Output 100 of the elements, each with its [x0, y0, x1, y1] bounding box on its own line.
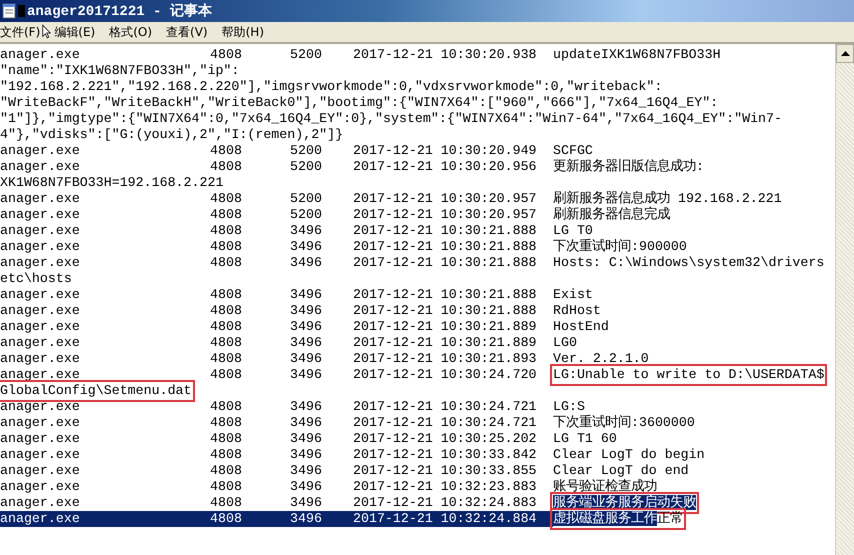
- process-id: 4808: [210, 367, 243, 383]
- process-id: 4808: [210, 207, 243, 223]
- log-message: Hosts: C:\Windows\system32\drivers: [553, 255, 824, 270]
- thread-id: 3496: [290, 495, 323, 511]
- timestamp: 2017-12-21 10:30:20.938: [353, 47, 538, 63]
- notepad-icon: [2, 3, 16, 19]
- process-id: 4808: [210, 415, 243, 431]
- timestamp: 2017-12-21 10:30:21.889: [353, 335, 538, 351]
- wrapped-text: "192.168.2.221","192.168.2.220"],"imgsrvworkmode":0,"vdxsrvworkmode":0,"writeback":: [0, 79, 662, 95]
- log-message: LG:S: [553, 399, 585, 414]
- mouse-pointer-icon: [42, 24, 51, 39]
- timestamp: 2017-12-21 10:30:21.889: [353, 319, 538, 335]
- thread-id: 3496: [290, 223, 323, 239]
- process-id: 4808: [210, 495, 243, 511]
- timestamp: 2017-12-21 10:30:33.855: [353, 463, 538, 479]
- thread-id: 5200: [290, 47, 323, 63]
- thread-id: 3496: [290, 319, 323, 335]
- thread-id: 3496: [290, 463, 323, 479]
- log-message: 刷新服务器信息成功 192.168.2.221: [553, 191, 782, 206]
- log-message: LG T1 60: [553, 431, 617, 446]
- thread-id: 3496: [290, 447, 323, 463]
- log-message: Exist: [553, 287, 593, 302]
- log-message: 虚拟磁盘服务工作: [553, 511, 657, 526]
- timestamp: 2017-12-21 10:30:25.202: [353, 431, 538, 447]
- process-name: anager.exe: [0, 303, 81, 319]
- process-id: 4808: [210, 351, 243, 367]
- process-name: anager.exe: [0, 399, 81, 415]
- log-message: updateIXK1W68N7FBO33H: [553, 47, 721, 62]
- thread-id: 5200: [290, 159, 323, 175]
- thread-id: 3496: [290, 367, 323, 383]
- process-name: anager.exe: [0, 463, 81, 479]
- log-message: LG T0: [553, 223, 593, 238]
- process-id: 4808: [210, 287, 243, 303]
- log-message: SCFGC: [553, 143, 593, 158]
- thread-id: 5200: [290, 143, 323, 159]
- process-name: anager.exe: [0, 495, 81, 511]
- process-id: 4808: [210, 159, 243, 175]
- log-message: Clear LogT do end: [553, 463, 689, 478]
- log-message: LG0: [553, 335, 577, 350]
- timestamp: 2017-12-21 10:30:24.721: [353, 399, 538, 415]
- menu-item[interactable]: 编辑(E): [54, 24, 96, 40]
- thread-id: 5200: [290, 191, 323, 207]
- menu-item[interactable]: 查看(V): [166, 24, 208, 40]
- process-id: 4808: [210, 255, 243, 271]
- process-id: 4808: [210, 479, 243, 495]
- wrapped-text: etc\hosts: [0, 271, 72, 287]
- thread-id: 3496: [290, 351, 323, 367]
- thread-id: 3496: [290, 255, 323, 271]
- process-id: 4808: [210, 303, 243, 319]
- process-id: 4808: [210, 143, 243, 159]
- log-message: 下次重试时间:900000: [553, 239, 687, 254]
- process-name: anager.exe: [0, 255, 81, 271]
- timestamp: 2017-12-21 10:30:20.957: [353, 191, 538, 207]
- log-message: Clear LogT do begin: [553, 447, 705, 462]
- process-id: 4808: [210, 239, 243, 255]
- wrapped-text: XK1W68N7FBO33H=192.168.2.221: [0, 175, 224, 191]
- process-name: anager.exe: [0, 159, 81, 175]
- process-id: 4808: [210, 431, 243, 447]
- process-name: anager.exe: [0, 351, 81, 367]
- process-name: anager.exe: [0, 447, 81, 463]
- wrapped-text: "1"]},"imgtype":{"WIN7X64":0,"7x64_16Q4_EY":0},"system":{"WIN7X64":"Win7-64","7x64_16Q4_EY":"Win7-: [0, 111, 782, 127]
- log-message: 刷新服务器信息完成: [553, 207, 670, 222]
- log-message: 正常: [657, 511, 683, 526]
- timestamp: 2017-12-21 10:30:21.888: [353, 287, 538, 303]
- timestamp: 2017-12-21 10:30:24.721: [353, 415, 538, 431]
- process-name: anager.exe: [0, 319, 81, 335]
- process-name: anager.exe: [0, 47, 81, 63]
- process-name: anager.exe: [0, 223, 81, 239]
- process-id: 4808: [210, 463, 243, 479]
- menu-item[interactable]: 格式(O): [109, 24, 152, 40]
- process-id: 4808: [210, 399, 243, 415]
- timestamp: 2017-12-21 10:30:20.956: [353, 159, 538, 175]
- process-id: 4808: [210, 191, 243, 207]
- process-name: anager.exe: [0, 415, 81, 431]
- thread-id: 5200: [290, 207, 323, 223]
- thread-id: 3496: [290, 287, 323, 303]
- thread-id: 3496: [290, 239, 323, 255]
- timestamp: 2017-12-21 10:32:24.884: [353, 511, 553, 527]
- scroll-up-button[interactable]: [836, 44, 854, 63]
- timestamp: 2017-12-21 10:32:24.883: [353, 495, 538, 511]
- process-id: 4808: [210, 511, 290, 527]
- process-name: anager.exe: [0, 335, 81, 351]
- up-arrow-icon: [840, 51, 850, 56]
- process-name: anager.exe: [0, 287, 81, 303]
- log-message: HostEnd: [553, 319, 609, 334]
- log-message: 下次重试时间:3600000: [553, 415, 695, 430]
- process-name: anager.exe: [0, 367, 81, 383]
- timestamp: 2017-12-21 10:30:20.957: [353, 207, 538, 223]
- log-message: LG:Unable to write to D:\USERDATA$: [553, 367, 824, 382]
- log-message: RdHost: [553, 303, 601, 318]
- log-message: 账号验证检查成功: [553, 479, 657, 494]
- process-id: 4808: [210, 447, 243, 463]
- process-name: anager.exe: [0, 207, 81, 223]
- scrollbar[interactable]: [835, 44, 854, 555]
- process-name: anager.exe: [0, 191, 81, 207]
- menu-item[interactable]: 帮助(H): [222, 24, 264, 40]
- process-id: 4808: [210, 335, 243, 351]
- thread-id: 3496: [290, 511, 353, 527]
- menu-item[interactable]: 文件(F): [0, 24, 40, 40]
- thread-id: 3496: [290, 399, 323, 415]
